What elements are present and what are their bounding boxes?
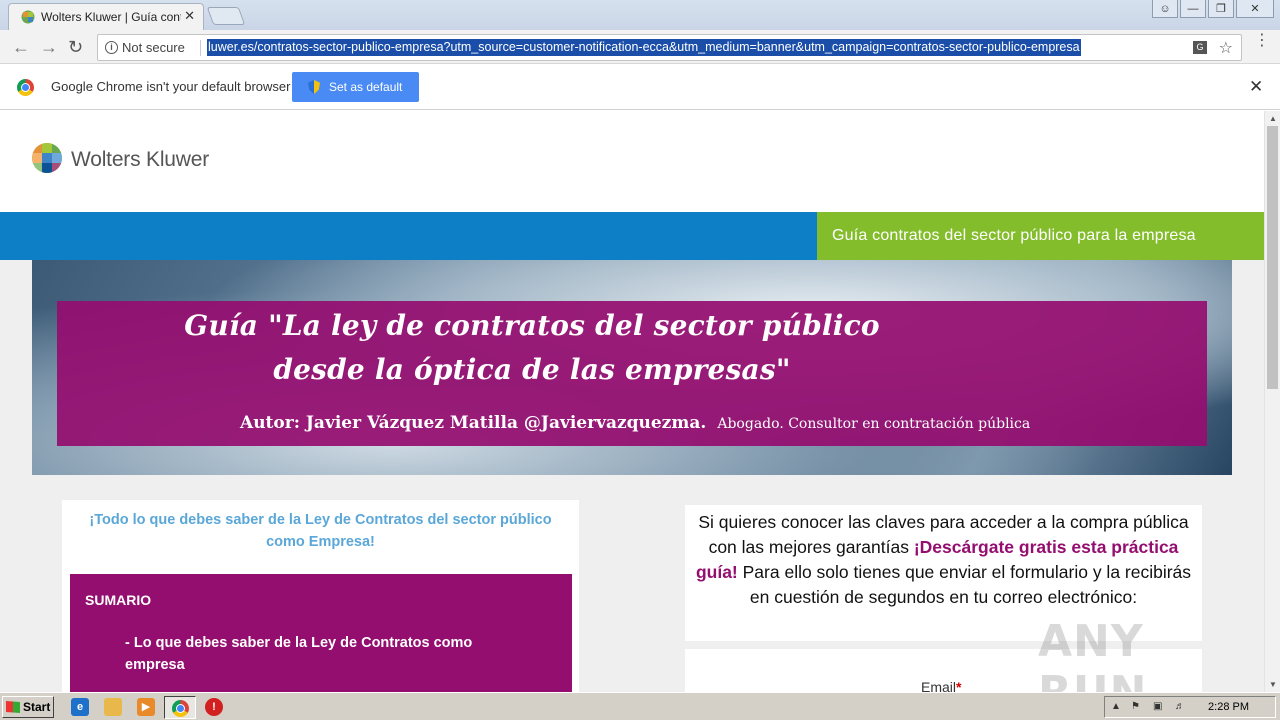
- windows-taskbar: Start e ▶ ! ▲ ⚑ ▣ ♬ 2:28 PM: [0, 692, 1280, 720]
- site-header: Wolters Kluwer: [0, 111, 1264, 212]
- folder-icon[interactable]: [104, 698, 122, 716]
- wolters-kluwer-favicon-icon: [21, 10, 35, 24]
- hero-title-line-1: Guía "La ley de contratos del sector púb…: [184, 309, 880, 342]
- new-tab-button[interactable]: [206, 7, 246, 25]
- translate-icon[interactable]: G: [1193, 41, 1207, 54]
- browser-toolbar: ← → ↻ i Not secure luwer.es/contratos-se…: [0, 30, 1280, 64]
- restore-icon[interactable]: ❐: [1208, 0, 1234, 18]
- author-role: Abogado. Consultor en contratación públi…: [717, 416, 1031, 432]
- minimize-icon[interactable]: —: [1180, 0, 1206, 18]
- reload-icon[interactable]: ↻: [68, 37, 83, 58]
- start-label: Start: [23, 700, 51, 714]
- anyrun-watermark: ANY RUN: [1038, 616, 1146, 692]
- security-label[interactable]: Not secure: [122, 40, 185, 55]
- url-text[interactable]: luwer.es/contratos-sector-publico-empres…: [207, 39, 1081, 56]
- email-label-text: Email: [921, 679, 957, 692]
- set-as-default-button[interactable]: Set as default: [292, 72, 419, 102]
- tab-close-icon[interactable]: ✕: [184, 8, 195, 24]
- browser-tab[interactable]: Wolters Kluwer | Guía contr ✕: [8, 3, 204, 30]
- menu-icon[interactable]: ⋮: [1254, 33, 1270, 49]
- forward-icon[interactable]: →: [40, 37, 58, 58]
- start-button[interactable]: Start: [2, 696, 54, 718]
- sumario-title: SUMARIO: [85, 592, 152, 608]
- system-tray: ▲ ⚑ ▣ ♬ 2:28 PM: [1104, 696, 1276, 718]
- nav-tab-guia[interactable]: Guía contratos del sector público para l…: [817, 212, 1264, 260]
- address-bar[interactable]: i Not secure luwer.es/contratos-sector-p…: [97, 34, 1242, 61]
- info-icon[interactable]: i: [105, 41, 118, 54]
- hero-banner: Guía "La ley de contratos del sector púb…: [32, 260, 1232, 475]
- set-as-default-label: Set as default: [329, 80, 403, 94]
- shield-icon: [308, 80, 320, 94]
- sumario-item: - Lo que debes saber de la Ley de Contra…: [125, 635, 473, 673]
- author-name: Autor: Javier Vázquez Matilla @Javiervaz…: [240, 413, 707, 433]
- infobar-close-icon[interactable]: ✕: [1249, 77, 1263, 97]
- windows-logo-icon: [6, 701, 20, 713]
- warning-app-icon[interactable]: !: [205, 698, 223, 716]
- hero-title-box: Guía "La ley de contratos del sector púb…: [57, 301, 1207, 446]
- wolters-kluwer-logo-icon[interactable]: [32, 143, 62, 173]
- summary-heading: ¡Todo lo que debes saber de la Ley de Co…: [89, 512, 552, 550]
- tray-expand-icon[interactable]: ▲: [1111, 701, 1123, 713]
- window-close-icon[interactable]: ✕: [1236, 0, 1274, 18]
- page-scrollbar[interactable]: ▲ ▼: [1264, 111, 1280, 692]
- scroll-down-icon[interactable]: ▼: [1269, 680, 1277, 689]
- intro-text-after: Para ello solo tienes que enviar el form…: [737, 562, 1192, 607]
- hero-author: Autor: Javier Vázquez Matilla @Javiervaz…: [240, 413, 1030, 433]
- summary-card: ¡Todo lo que debes saber de la Ley de Co…: [62, 500, 579, 692]
- tab-title: Wolters Kluwer | Guía contr: [41, 10, 181, 24]
- default-browser-infobar: Google Chrome isn't your default browser…: [0, 64, 1280, 110]
- internet-explorer-icon[interactable]: e: [71, 698, 89, 716]
- network-icon[interactable]: ▣: [1153, 701, 1165, 713]
- omnibox-separator: [200, 40, 201, 56]
- browser-titlebar: Wolters Kluwer | Guía contr ✕ ☺ — ❐ ✕: [0, 0, 1280, 30]
- user-profile-icon[interactable]: ☺: [1152, 0, 1178, 18]
- scroll-up-icon[interactable]: ▲: [1269, 114, 1277, 123]
- required-mark: *: [956, 679, 962, 692]
- infobar-message: Google Chrome isn't your default browser: [51, 79, 291, 94]
- star-icon[interactable]: ☆: [1219, 38, 1233, 58]
- sumario-box: SUMARIO - Lo que debes saber de la Ley d…: [70, 574, 572, 692]
- email-field-label: Email*: [921, 679, 961, 692]
- chrome-taskbar-button[interactable]: [164, 696, 196, 719]
- clock[interactable]: 2:28 PM: [1208, 701, 1249, 713]
- chrome-logo-icon: [17, 79, 34, 96]
- hero-title-line-2: desde la óptica de las empresas": [273, 353, 791, 386]
- back-icon[interactable]: ←: [12, 37, 30, 58]
- media-player-icon[interactable]: ▶: [137, 698, 155, 716]
- download-intro-text: Si quieres conocer las claves para acced…: [685, 510, 1202, 610]
- volume-icon[interactable]: ♬: [1175, 701, 1187, 713]
- flag-icon[interactable]: ⚑: [1131, 701, 1143, 713]
- logo-text[interactable]: Wolters Kluwer: [71, 148, 209, 172]
- scroll-thumb[interactable]: [1267, 126, 1278, 389]
- chrome-taskbar-icon: [172, 700, 189, 717]
- page-viewport: Wolters Kluwer Guía contratos del sector…: [0, 111, 1264, 692]
